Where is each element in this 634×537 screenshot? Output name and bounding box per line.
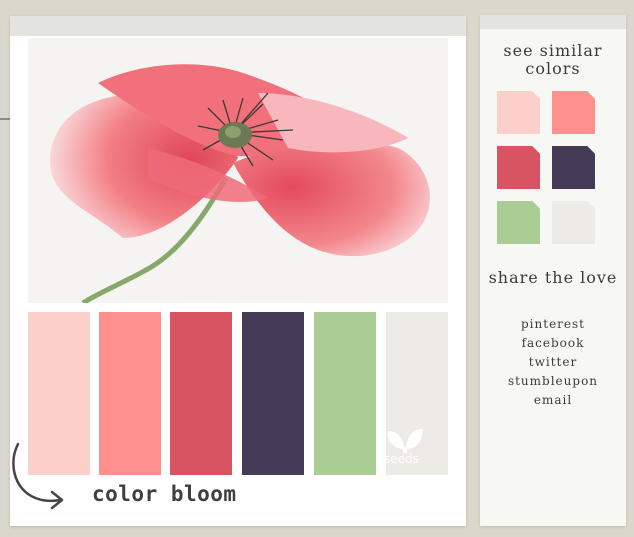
background-line: [0, 118, 10, 120]
share-link-pinterest[interactable]: pinterest: [480, 315, 626, 334]
palette-caption: color bloom: [92, 482, 237, 506]
card-top-bar: [10, 16, 466, 36]
share-link-email[interactable]: email: [480, 391, 626, 410]
similar-color-green[interactable]: [497, 201, 540, 244]
share-heading: share the love: [488, 268, 618, 287]
swatch-red[interactable]: [170, 312, 232, 475]
swatch-salmon[interactable]: [99, 312, 161, 475]
swatch-green[interactable]: [314, 312, 376, 475]
share-links: pinterest facebook twitter stumbleupon e…: [480, 315, 626, 410]
similar-color-salmon[interactable]: [552, 91, 595, 134]
share-link-stumbleupon[interactable]: stumbleupon: [480, 372, 626, 391]
palette-card: seeds color bloom: [10, 16, 466, 526]
sidebar-top-bar: [480, 15, 626, 29]
share-link-facebook[interactable]: facebook: [480, 334, 626, 353]
share-link-twitter[interactable]: twitter: [480, 353, 626, 372]
similar-color-dark-purple[interactable]: [552, 146, 595, 189]
poppy-photo: [28, 38, 448, 303]
similar-color-light-gray[interactable]: [552, 201, 595, 244]
similar-colors-heading: see similar colors: [503, 41, 603, 78]
swatch-dark-purple[interactable]: [242, 312, 304, 475]
curved-arrow-icon: [10, 440, 80, 516]
sidebar: see similar colors share the love pinter…: [480, 15, 626, 526]
svg-text:seeds: seeds: [384, 452, 419, 465]
similar-color-light-pink[interactable]: [497, 91, 540, 134]
seeds-leaf-logo-icon: seeds: [382, 425, 428, 466]
similar-color-red[interactable]: [497, 146, 540, 189]
poppy-flower-icon: [49, 64, 430, 303]
